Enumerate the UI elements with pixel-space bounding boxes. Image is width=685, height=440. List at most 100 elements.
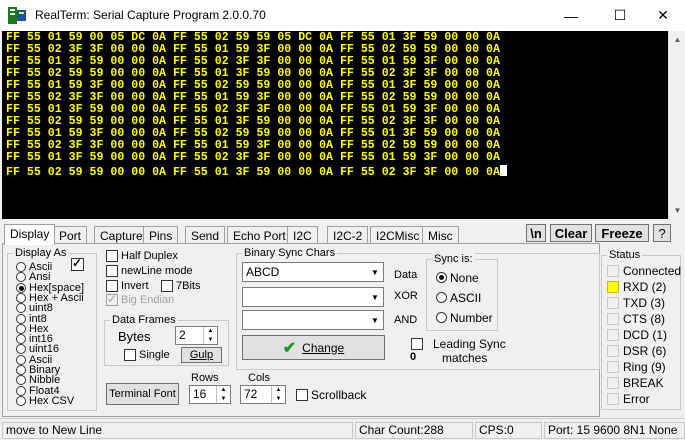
status-indicator-label: BREAK xyxy=(623,375,664,390)
display-as-checkbox[interactable] xyxy=(71,256,84,271)
minimize-button[interactable]: — xyxy=(548,0,594,31)
newline-mode-label: newLine mode xyxy=(121,265,193,278)
newline-mode-checkbox[interactable] xyxy=(106,265,118,278)
display-as-option[interactable]: Ansi xyxy=(16,272,50,283)
newline-mode-option[interactable]: newLine mode xyxy=(106,265,193,278)
display-as-radio[interactable] xyxy=(16,344,26,355)
invert-checkbox[interactable] xyxy=(106,280,118,293)
half-duplex-option[interactable]: Half Duplex xyxy=(106,250,178,263)
status-indicator: Ring (9) xyxy=(607,359,666,374)
display-as-radio[interactable] xyxy=(16,262,26,273)
sync-data-select[interactable]: ABCD ▼ xyxy=(242,262,384,282)
rows-spin-buttons[interactable]: ▲ ▼ xyxy=(216,386,230,403)
sync-ascii-option[interactable]: ASCII xyxy=(436,290,481,305)
maximize-button[interactable]: ☐ xyxy=(597,0,643,31)
sync-ascii-radio[interactable] xyxy=(436,292,447,304)
realterm-app-icon xyxy=(8,7,26,24)
scrollback-label: Scrollback xyxy=(311,388,367,402)
clear-button[interactable]: Clear xyxy=(550,224,592,242)
tab-echo-port[interactable]: Echo Port xyxy=(227,226,292,244)
single-checkbox[interactable] xyxy=(124,349,136,362)
tab-display[interactable]: Display xyxy=(4,224,56,245)
display-as-radio[interactable] xyxy=(16,313,26,324)
sync-none-radio[interactable] xyxy=(436,272,447,284)
newline-button[interactable]: \n xyxy=(526,224,546,242)
binary-sync-label: Binary Sync Chars xyxy=(242,247,338,259)
sync-number-radio[interactable] xyxy=(436,312,447,324)
sync-and-select[interactable]: ▼ xyxy=(242,310,384,330)
and-label: AND xyxy=(394,314,418,326)
scroll-up-icon[interactable]: ▲ xyxy=(669,31,685,48)
spin-up-icon[interactable]: ▲ xyxy=(204,327,217,336)
sync-none-option[interactable]: None xyxy=(436,270,479,285)
chevron-down-icon[interactable]: ▼ xyxy=(367,311,383,329)
spin-up-icon[interactable]: ▲ xyxy=(272,386,285,395)
close-button[interactable]: ✕ xyxy=(640,0,685,31)
display-as-radio[interactable] xyxy=(16,375,26,386)
help-button[interactable]: ? xyxy=(653,224,671,242)
sync-xor-select[interactable]: ▼ xyxy=(242,287,384,307)
rows-spinner[interactable]: 16 ▲ ▼ xyxy=(189,385,231,404)
spin-down-icon[interactable]: ▼ xyxy=(204,336,217,345)
spin-up-icon[interactable]: ▲ xyxy=(217,386,230,395)
gulp-button[interactable]: Gulp xyxy=(181,347,222,363)
chevron-down-icon[interactable]: ▼ xyxy=(367,288,383,306)
tab-i2cmisc[interactable]: I2CMisc xyxy=(370,226,426,244)
display-as-option[interactable]: uint16 xyxy=(16,344,59,355)
seven-bits-option[interactable]: 7Bits xyxy=(161,280,200,293)
window-title: RealTerm: Serial Capture Program 2.0.0.7… xyxy=(35,8,266,22)
spin-down-icon[interactable]: ▼ xyxy=(217,395,230,404)
half-duplex-checkbox[interactable] xyxy=(106,250,118,263)
display-as-radio[interactable] xyxy=(16,385,26,396)
tab-port[interactable]: Port xyxy=(53,226,88,244)
freeze-button[interactable]: Freeze xyxy=(595,224,649,242)
single-option[interactable]: Single xyxy=(124,349,170,362)
display-as-radio[interactable] xyxy=(16,323,26,334)
display-as-radio[interactable] xyxy=(16,303,26,314)
tab-i2c[interactable]: I2C xyxy=(287,226,318,244)
change-button[interactable]: ✔ Change xyxy=(242,335,385,360)
leading-sync-option[interactable]: Leading Sync xyxy=(411,336,506,351)
tab-send[interactable]: Send xyxy=(185,226,226,244)
display-as-option[interactable]: Nibble xyxy=(16,375,60,386)
invert-option[interactable]: Invert xyxy=(106,280,149,293)
scrollback-option[interactable]: Scrollback xyxy=(296,388,366,402)
display-as-radio[interactable] xyxy=(16,292,26,303)
tab-misc[interactable]: Misc xyxy=(422,226,459,244)
terminal-font-button[interactable]: Terminal Font xyxy=(106,383,179,405)
cols-spinner[interactable]: 72 ▲ ▼ xyxy=(240,385,286,404)
sync-number-option[interactable]: Number xyxy=(436,310,493,325)
tab-capture[interactable]: Capture xyxy=(94,226,149,244)
bytes-value: 2 xyxy=(179,328,186,342)
chevron-down-icon[interactable]: ▼ xyxy=(367,263,383,281)
spin-down-icon[interactable]: ▼ xyxy=(272,395,285,404)
status-indicator-label: TXD (3) xyxy=(623,295,665,310)
cols-spin-buttons[interactable]: ▲ ▼ xyxy=(271,386,285,403)
display-as-radio[interactable] xyxy=(16,365,26,376)
display-as-radio[interactable] xyxy=(16,334,26,345)
terminal-scrollbar[interactable]: ▲ ▼ xyxy=(668,31,685,219)
leading-sync-checkbox[interactable] xyxy=(411,337,423,350)
tab-pins[interactable]: Pins xyxy=(143,226,179,244)
bytes-spin-buttons[interactable]: ▲ ▼ xyxy=(203,327,217,344)
bytes-spinner[interactable]: 2 ▲ ▼ xyxy=(175,326,218,345)
status-led-icon xyxy=(607,376,619,389)
big-endian-checkbox xyxy=(106,292,118,307)
display-as-radio[interactable] xyxy=(16,282,26,293)
display-as-label: Display As xyxy=(13,247,69,259)
display-as-option[interactable]: Hex CSV xyxy=(16,395,74,406)
display-as-radio[interactable] xyxy=(16,272,26,283)
display-as-radio[interactable] xyxy=(16,354,26,365)
scrollback-checkbox[interactable] xyxy=(296,389,308,401)
status-led-icon xyxy=(607,344,619,357)
sync-number-label: Number xyxy=(450,310,493,325)
scroll-down-icon[interactable]: ▼ xyxy=(669,202,685,219)
matches-label: matches xyxy=(442,351,488,365)
terminal-output[interactable]: FF 55 01 59 00 05 DC 0A FF 55 02 59 59 0… xyxy=(2,31,668,219)
display-as-option[interactable]: uint8 xyxy=(16,303,53,314)
tab-i2c-2[interactable]: I2C-2 xyxy=(327,226,369,244)
seven-bits-checkbox[interactable] xyxy=(161,280,173,293)
display-as-radio[interactable] xyxy=(16,395,26,406)
sync-ascii-label: ASCII xyxy=(450,290,482,305)
checkmark-icon: ✔ xyxy=(282,339,297,357)
